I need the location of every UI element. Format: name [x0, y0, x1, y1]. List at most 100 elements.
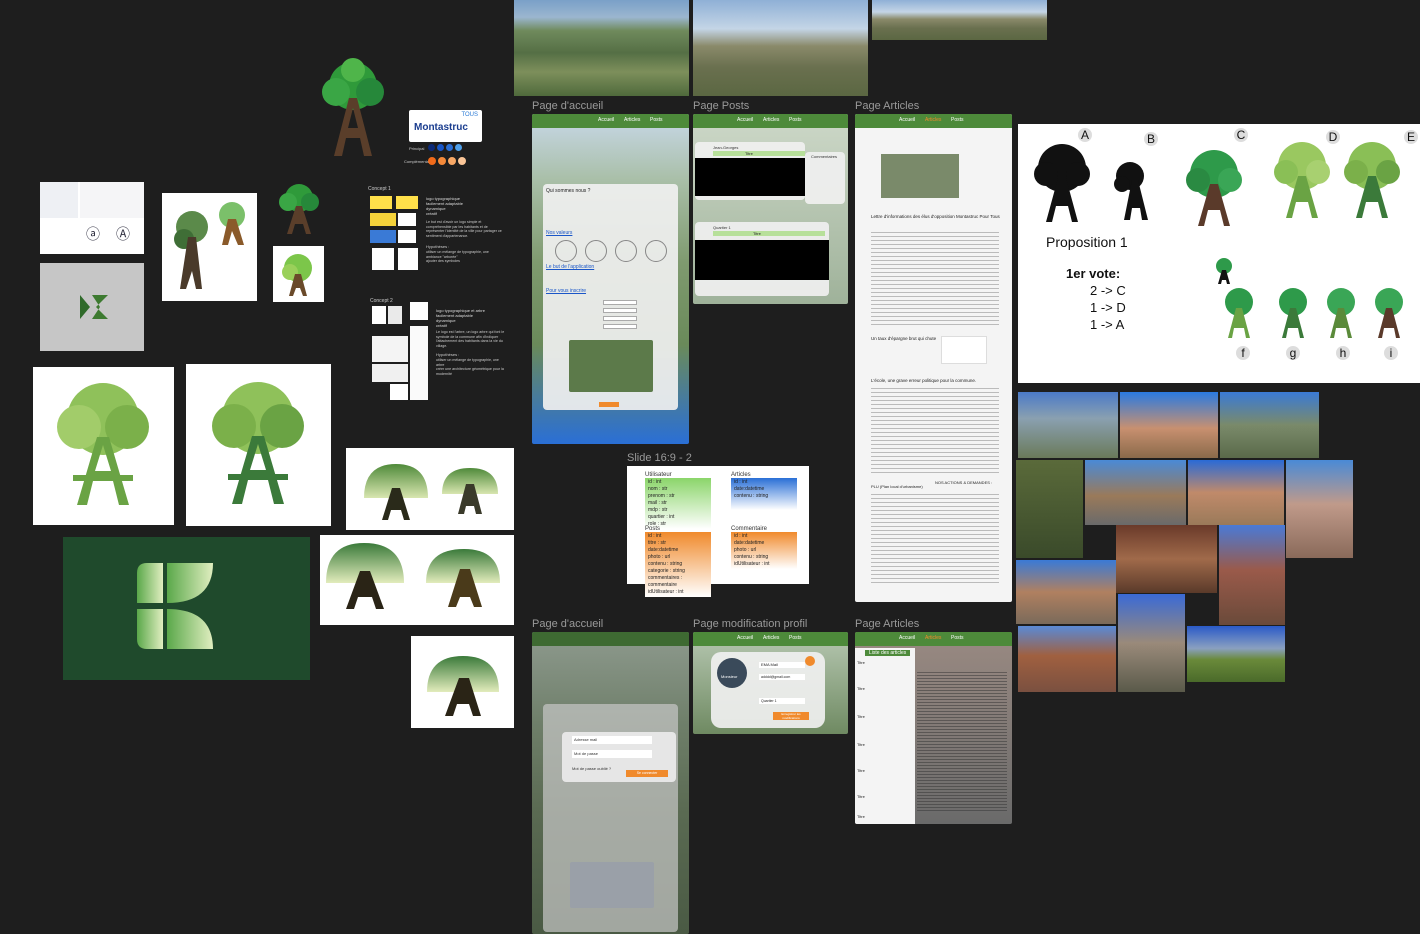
login-connect-button[interactable]: Se connecter — [626, 770, 668, 777]
profil-quartier-select[interactable]: Quartier 1 — [759, 698, 805, 704]
leaf-k-logo-dark — [63, 537, 310, 680]
nav-articles[interactable]: Articles — [925, 635, 941, 641]
frame-label-posts: Page Posts — [693, 100, 750, 112]
vote-variant-i — [1375, 288, 1403, 338]
accueil-map — [569, 340, 653, 392]
concept-1-hyp: utiliser un mélange de typographie, une … — [426, 250, 489, 259]
town-photo — [1016, 560, 1116, 624]
entity-field: id : int — [648, 533, 662, 539]
article-body-text — [917, 672, 1007, 812]
vote-proposition: Proposition 1 — [1046, 234, 1128, 250]
badge-sub: TOUS — [461, 112, 478, 118]
article-list-item[interactable]: Titre — [857, 814, 865, 819]
nav-articles[interactable]: Articles — [763, 635, 779, 641]
accueil-topbar: Accueil Articles Posts — [532, 114, 689, 128]
town-photo — [1016, 460, 1083, 558]
concept-2-hyp-title: Hypothèses : — [436, 352, 460, 357]
concept-2-board: Concept 2 logo typographique et arbre fa… — [370, 298, 510, 402]
vote-letter: A — [1078, 128, 1092, 142]
articles-2-topbar: Accueil Articles Posts — [855, 632, 1012, 646]
entity-field: idUtilisateur : int — [734, 561, 770, 567]
nav-articles[interactable]: Articles — [763, 117, 779, 123]
entity-field: id : int — [734, 533, 748, 539]
profil-save-button[interactable]: Enregistrer les modifications — [773, 712, 809, 720]
entity-field: idUtilisateur : int — [648, 589, 684, 595]
tree-logo-brown — [322, 58, 384, 156]
login-pwd-input[interactable]: Mot de passe — [572, 750, 652, 758]
article-list-item[interactable]: Titre — [857, 686, 865, 691]
nav-posts[interactable]: Posts — [789, 117, 802, 123]
article-list-item[interactable]: Titre — [857, 768, 865, 773]
accueil-signup-button[interactable] — [599, 402, 619, 407]
entity-field: date:datetime — [734, 540, 765, 546]
profil-avatar[interactable] — [717, 658, 747, 688]
nav-accueil[interactable]: Accueil — [899, 635, 915, 641]
concept-2-hyp: utiliser un mélange de typographie, une … — [436, 358, 499, 367]
nav-posts[interactable]: Posts — [951, 117, 964, 123]
nav-posts[interactable]: Posts — [789, 635, 802, 641]
nav-accueil[interactable]: Accueil — [598, 117, 614, 123]
palette-principal-label: Principal — [409, 146, 425, 151]
login-mail-input[interactable]: Adresse mail — [572, 736, 652, 744]
accueil-mockup-2[interactable]: Adresse mail Mot de passe Mot de passe o… — [532, 632, 689, 934]
montastruc-badge: Montastruc TOUS — [409, 110, 482, 142]
concept-2-para: Le logo est l'arbre, un logo arbre qui f… — [436, 330, 505, 348]
comments-title: Commentaires — [811, 154, 838, 159]
nav-accueil[interactable]: Accueil — [737, 117, 753, 123]
entity-field: date:datetime — [648, 547, 679, 553]
profil-mockup[interactable]: Accueil Articles Posts Monsieur EMA Mail… — [693, 632, 848, 734]
accueil-valeurs: Nos valeurs — [546, 230, 573, 236]
article-list-item[interactable]: Titre — [857, 742, 865, 747]
post-card-1[interactable]: Jean-Georges Titre — [695, 142, 805, 200]
town-photo — [1018, 392, 1118, 458]
concept-1-title: Concept 1 — [368, 186, 391, 192]
town-photo — [1118, 594, 1185, 692]
articles-topbar: Accueil Articles Posts — [855, 114, 1012, 128]
entity-utilisateur: Utilisateur id : int nom : str prenom : … — [645, 472, 711, 529]
town-photo — [1220, 392, 1319, 458]
entity-field: contenu : string — [648, 561, 683, 567]
tree-logo-small — [279, 184, 319, 234]
arch-logo-2 — [320, 535, 514, 625]
concept-2-title: Concept 2 — [370, 298, 393, 304]
post-user-2: Quartier 1 — [713, 225, 731, 230]
tree-a-logo-light — [33, 367, 174, 525]
article-list-item[interactable]: Titre — [857, 794, 865, 799]
edit-icon[interactable] — [805, 656, 815, 666]
vote-variant-h — [1327, 288, 1355, 338]
post-card-2[interactable]: Quartier 1 Titre — [695, 222, 829, 296]
article-list-item[interactable]: Titre — [857, 714, 865, 719]
nav-accueil[interactable]: Accueil — [737, 635, 753, 641]
vote-variant-f — [1225, 288, 1253, 338]
slide-uml: Utilisateur id : int nom : str prenom : … — [627, 466, 809, 597]
tree-logo-light-card — [273, 246, 324, 302]
login-forgot-link[interactable]: Mot de passe oublié ? — [572, 766, 611, 771]
vote-result: 1 -> D — [1090, 300, 1126, 315]
nav-articles[interactable]: Articles — [925, 117, 941, 123]
article-list-item[interactable]: Titre — [857, 660, 865, 665]
entity-commentaire: Commentaire id : int date:datetime photo… — [731, 526, 797, 569]
concept-1-bullet: créatif — [426, 211, 437, 216]
accueil-2-topbar — [532, 632, 689, 646]
nav-articles[interactable]: Articles — [624, 117, 640, 123]
profil-mail-field[interactable]: EMA Mail — [759, 662, 805, 668]
posts-mockup[interactable]: Accueil Articles Posts Jean-Georges Titr… — [693, 114, 848, 304]
entity-articles: Articles id : int date:datetime contenu … — [731, 472, 797, 510]
profil-email-field[interactable]: adddd@gmail.com — [759, 674, 805, 680]
nav-posts[interactable]: Posts — [650, 117, 663, 123]
articles-mockup-2[interactable]: Accueil Articles Posts Liste des article… — [855, 632, 1012, 824]
arch-logo-1 — [346, 448, 514, 530]
nav-accueil[interactable]: Accueil — [899, 117, 915, 123]
vote-logo-c — [1186, 150, 1242, 226]
entity-field: nom : str — [648, 486, 668, 492]
articles-mockup-1[interactable]: Accueil Articles Posts Lettre d'informat… — [855, 114, 1012, 602]
sketch-trees — [162, 193, 257, 301]
frame-label-profil: Page modification profil — [693, 618, 808, 630]
nav-posts[interactable]: Posts — [951, 635, 964, 641]
vote-result: 2 -> C — [1090, 283, 1126, 298]
vote-letter: D — [1326, 130, 1340, 144]
entity-field: id : int — [734, 479, 748, 485]
vote-logo-e — [1344, 142, 1400, 218]
accueil-mockup-1[interactable]: Accueil Articles Posts Qui sommes nous ?… — [532, 114, 689, 444]
vote-result: 1 -> A — [1090, 317, 1125, 332]
